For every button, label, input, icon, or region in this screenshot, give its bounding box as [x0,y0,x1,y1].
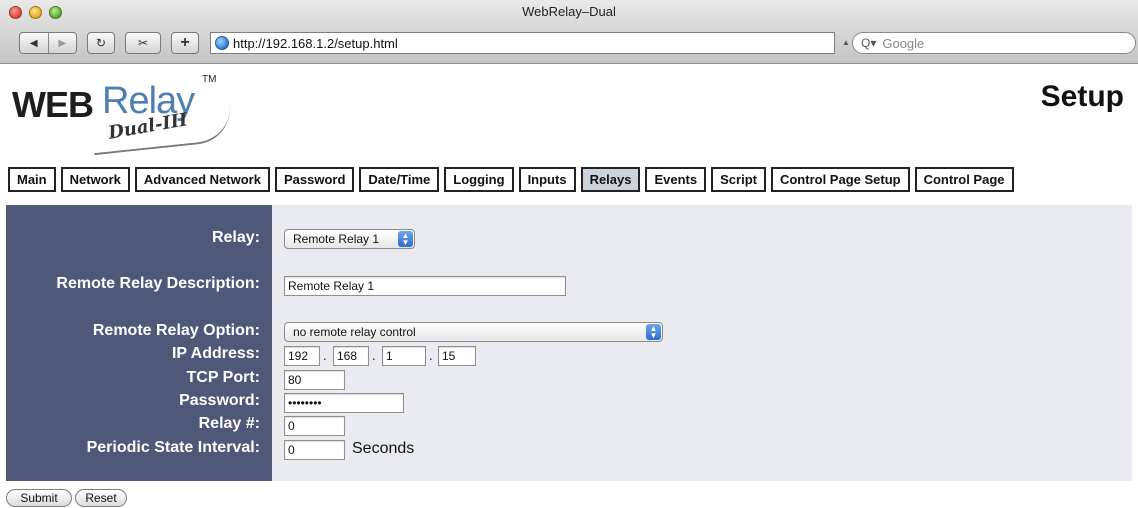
ip-separator: . [372,348,376,363]
ip-octet-1-input[interactable] [284,346,320,366]
tcp-port-input[interactable] [284,370,345,390]
tcp-port-label: TCP Port: [186,369,260,386]
tab-control-page-setup[interactable]: Control Page Setup [770,167,910,192]
relay-number-input[interactable] [284,416,345,436]
logo-web-text: WEB [12,84,94,125]
ip-address-label: IP Address: [171,345,260,362]
relay-select-value: Remote Relay 1 [293,232,380,246]
select-arrows-icon: ▲ ▼ [646,324,661,340]
interval-unit-label: Seconds [352,440,415,457]
tab-network[interactable]: Network [60,167,130,192]
tab-events[interactable]: Events [645,167,707,192]
globe-icon [215,36,229,50]
relay-select[interactable]: Remote Relay 1 ▲ ▼ [284,229,415,249]
page-title: Setup [1040,80,1124,113]
tab-main[interactable]: Main [8,167,56,192]
submit-button[interactable]: Submit [6,489,72,507]
relay-label: Relay: [211,229,260,246]
reset-button[interactable]: Reset [75,489,127,507]
snapback-icon: ✂ [137,36,149,50]
ip-octet-2-input[interactable] [333,346,369,366]
remote-option-value: no remote relay control [293,325,416,339]
add-bookmark-button[interactable]: + [171,32,199,54]
search-placeholder: Google [882,35,925,51]
description-input[interactable] [284,276,566,296]
periodic-interval-label: Periodic State Interval: [86,439,260,456]
tab-date-time[interactable]: Date/Time [359,167,440,192]
password-label: Password: [179,392,260,409]
tab-script[interactable]: Script [711,167,766,192]
address-bar[interactable]: http://192.168.1.2/setup.html [210,32,835,54]
relay-number-label: Relay #: [198,415,260,432]
address-dropdown-icon[interactable]: ▲ [842,38,850,47]
tab-logging[interactable]: Logging [444,167,514,192]
reload-icon: ↻ [95,36,107,50]
ip-octet-3-input[interactable] [382,346,426,366]
webrelay-logo: WEB Relay TM Dual-III [12,72,242,162]
snapback-button[interactable]: ✂ [125,32,161,54]
password-input[interactable] [284,393,404,413]
description-label: Remote Relay Description: [56,275,260,292]
forward-arrow-icon[interactable]: ▶ [47,33,77,53]
logo-trademark: TM [202,74,217,85]
remote-option-label: Remote Relay Option: [92,322,260,339]
back-forward-buttons: ◀ ▶ [19,32,77,54]
tab-advanced-network[interactable]: Advanced Network [134,167,270,192]
tab-inputs[interactable]: Inputs [518,167,576,192]
search-field[interactable]: Q▾ Google [852,32,1136,54]
tab-password[interactable]: Password [274,167,355,192]
tab-relays[interactable]: Relays [580,167,641,192]
tab-bar: Main Network Advanced Network Password D… [8,167,1019,192]
search-icon: Q▾ [861,36,877,50]
remote-option-select[interactable]: no remote relay control ▲ ▼ [284,322,663,342]
url-text: http://192.168.1.2/setup.html [233,35,398,51]
ip-octet-4-input[interactable] [438,346,476,366]
back-arrow-icon[interactable]: ◀ [20,33,48,53]
window-title: WebRelay–Dual [522,4,616,19]
reload-button[interactable]: ↻ [87,32,115,54]
tab-control-page[interactable]: Control Page [914,167,1014,192]
ip-separator: . [323,348,327,363]
ip-separator: . [429,348,433,363]
relay-settings-form: Relay: Remote Relay 1 ▲ ▼ Remote Relay De… [6,205,1132,481]
select-arrows-icon: ▲ ▼ [398,231,413,247]
periodic-interval-input[interactable] [284,440,345,460]
window-titlebar: WebRelay–Dual ◀ ▶ ↻ ✂ + http://192.168.1… [0,0,1138,64]
plus-icon: + [180,34,190,51]
